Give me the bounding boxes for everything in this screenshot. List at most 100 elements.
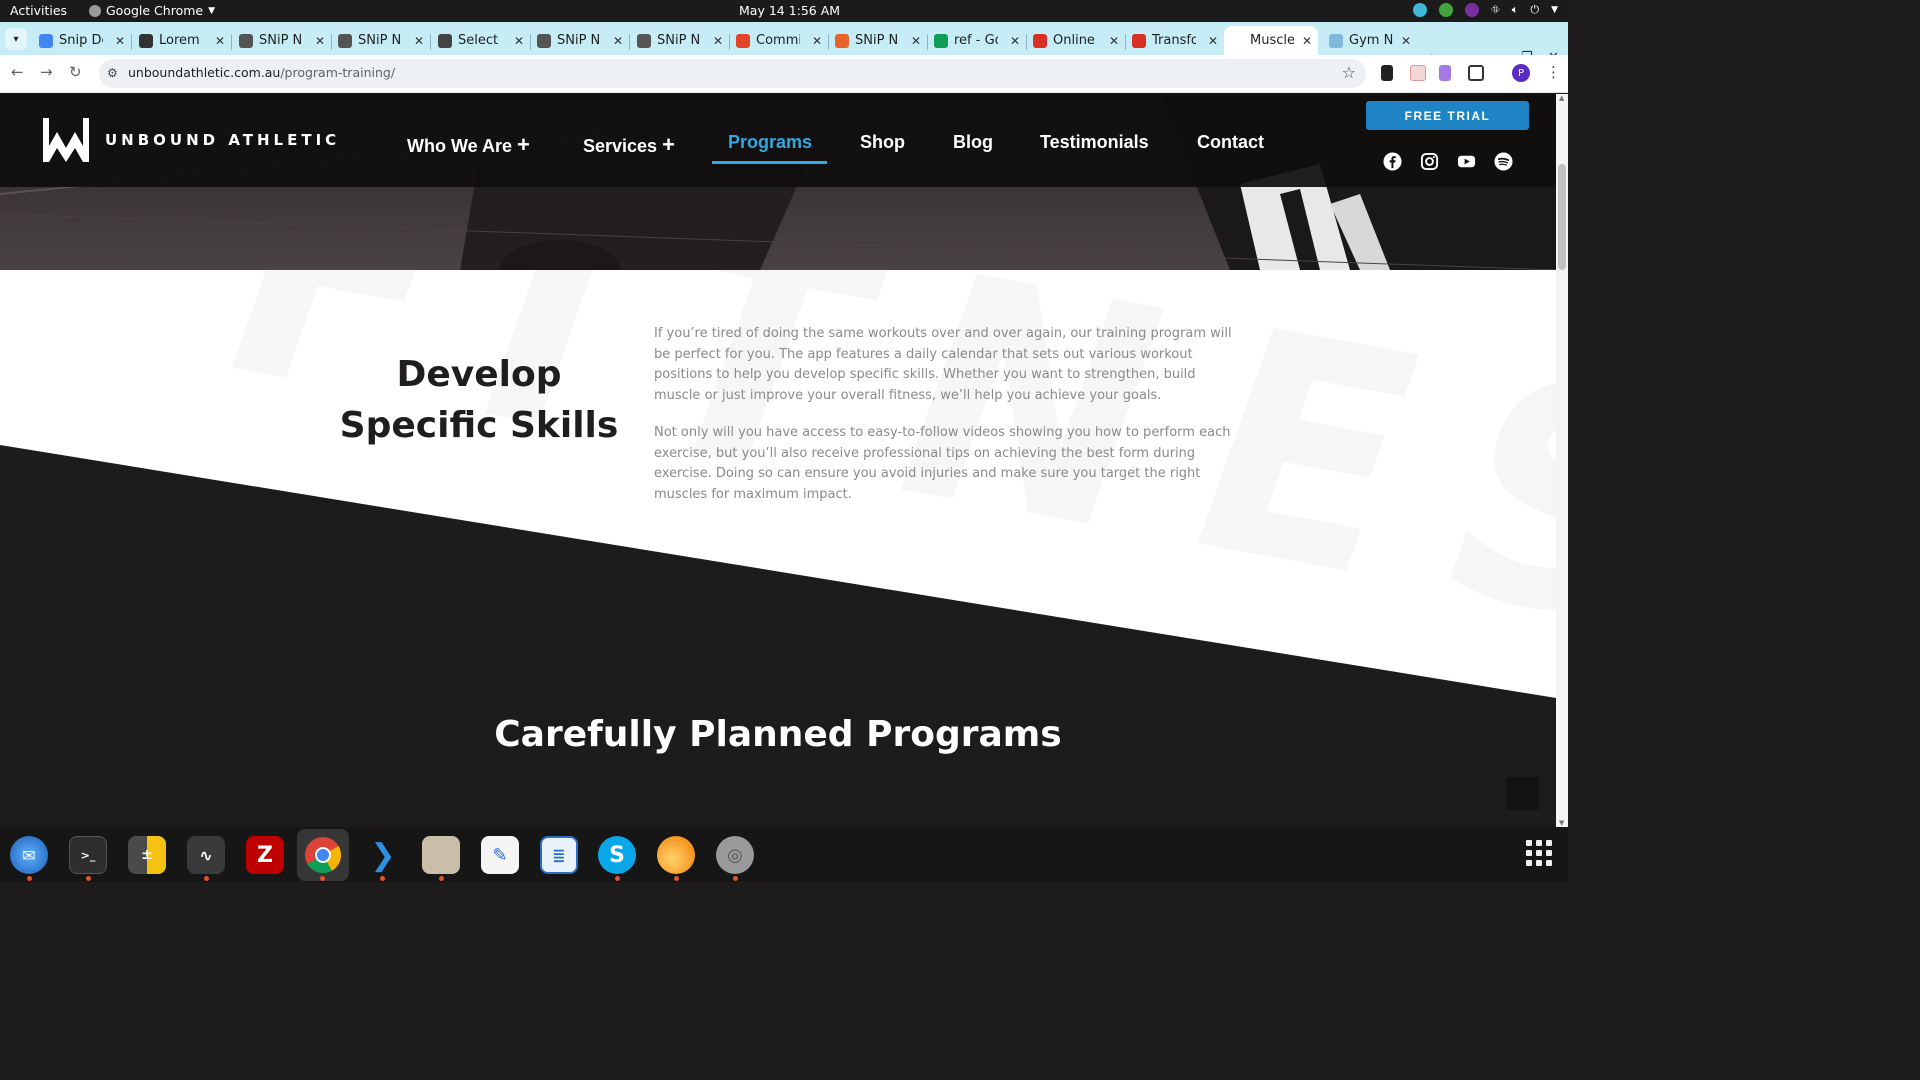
tab-close-icon[interactable]: ✕ (613, 34, 623, 48)
tab-close-icon[interactable]: ✕ (514, 34, 524, 48)
site-logo[interactable]: UNBOUND ATHLETIC (41, 118, 340, 162)
reload-icon[interactable]: ↻ (69, 63, 82, 81)
scroll-down-arrow-icon[interactable]: ▼ (1559, 819, 1564, 827)
address-bar[interactable]: ⚙ unboundathletic.com.au/program-trainin… (99, 59, 1366, 88)
browser-tab[interactable]: SNiP Nu ✕ (631, 26, 729, 55)
tab-close-icon[interactable]: ✕ (911, 34, 921, 48)
tab-favicon-icon (438, 33, 452, 48)
chevron-down-icon[interactable]: ▼ (1551, 5, 1558, 15)
running-indicator (674, 876, 679, 881)
tab-close-icon[interactable]: ✕ (414, 34, 424, 48)
tab-title: Muscle (1250, 33, 1294, 48)
chrome-icon[interactable] (297, 829, 349, 881)
youtube-icon[interactable] (1457, 152, 1476, 171)
tray-app-icon[interactable] (1464, 3, 1479, 17)
tab-title: SNiP Nu (358, 33, 402, 48)
profile-avatar[interactable]: P (1512, 64, 1530, 82)
menu-item-blog[interactable]: Blog (953, 132, 993, 153)
tab-close-icon[interactable]: ✕ (115, 34, 125, 48)
forward-icon[interactable]: → (40, 63, 53, 81)
back-to-top-button[interactable] (1506, 777, 1539, 810)
browser-tab[interactable]: SNiP Nu ✕ (829, 26, 927, 55)
writer-icon[interactable]: ≣ (540, 836, 578, 874)
tab-favicon-icon (39, 33, 53, 48)
browser-tab[interactable]: Muscle ✕ (1224, 26, 1318, 55)
disks-icon[interactable]: ◎ (716, 836, 754, 874)
browser-tab[interactable]: ref - Go ✕ (928, 26, 1026, 55)
instagram-icon[interactable] (1420, 152, 1439, 171)
scrollbar-thumb[interactable] (1558, 164, 1566, 270)
browser-tab[interactable]: Select p ✕ (432, 26, 530, 55)
skype-icon[interactable]: S (598, 836, 636, 874)
tab-close-icon[interactable]: ✕ (315, 34, 325, 48)
tab-close-icon[interactable]: ✕ (215, 34, 225, 48)
url-text[interactable]: unboundathletic.com.au/program-training/ (128, 65, 395, 80)
calculator-icon[interactable]: ± (128, 836, 166, 874)
browser-tab[interactable]: Commi ✕ (730, 26, 828, 55)
facebook-icon[interactable] (1383, 152, 1402, 171)
plus-icon: + (517, 132, 530, 157)
menu-item-testimonials[interactable]: Testimonials (1040, 132, 1149, 153)
thunderbird-icon[interactable]: ✉ (10, 836, 48, 874)
network-icon[interactable]: ⛗ (1491, 3, 1500, 17)
scroll-up-arrow-icon[interactable]: ▲ (1559, 94, 1564, 102)
show-applications-icon[interactable] (1526, 840, 1552, 866)
free-trial-button[interactable]: FREE TRIAL (1366, 101, 1529, 130)
browser-tab[interactable]: Lorem I ✕ (133, 26, 231, 55)
vscode-icon[interactable]: ❯ (364, 836, 402, 874)
tab-close-icon[interactable]: ✕ (1401, 34, 1411, 48)
tab-title: Select p (458, 33, 502, 48)
browser-tab[interactable]: Gym Nu ✕ (1323, 26, 1417, 55)
tab-close-icon[interactable]: ✕ (1302, 34, 1312, 48)
clock[interactable]: May 14 1:56 AM (739, 3, 840, 18)
chrome-menu-icon[interactable]: ⋮ (1546, 63, 1561, 81)
browser-tab[interactable]: SNiP Nu ✕ (233, 26, 331, 55)
browser-tab[interactable]: Online ✕ (1027, 26, 1125, 55)
tab-search-button[interactable]: ▾ (5, 28, 27, 50)
activities-button[interactable]: Activities (10, 3, 67, 18)
tab-close-icon[interactable]: ✕ (713, 34, 723, 48)
blender-icon[interactable] (657, 836, 695, 874)
pen-extension-icon[interactable] (1439, 65, 1451, 81)
tab-favicon-icon (835, 33, 849, 48)
system-monitor-icon[interactable]: ∿ (187, 836, 225, 874)
system-tray[interactable]: ⛗ 🔈︎ ⏻ ▼ (1412, 3, 1558, 17)
browser-tab[interactable]: SNiP Nu ✕ (531, 26, 629, 55)
tab-close-icon[interactable]: ✕ (1109, 34, 1119, 48)
social-links (1383, 152, 1513, 171)
browser-tab[interactable]: Snip De ✕ (33, 26, 131, 55)
tab-close-icon[interactable]: ✕ (1208, 34, 1218, 48)
text-editor-icon[interactable]: ✎ (481, 836, 519, 874)
tab-title: SNiP Nu (855, 33, 899, 48)
back-icon[interactable]: ← (11, 63, 24, 81)
menu-item-services[interactable]: Services + (583, 132, 675, 158)
files-icon[interactable] (422, 836, 460, 874)
menu-item-contact[interactable]: Contact (1197, 132, 1264, 153)
tab-close-icon[interactable]: ✕ (1010, 34, 1020, 48)
app-menu[interactable]: Google Chrome ▼ (89, 3, 215, 18)
spotify-icon[interactable] (1494, 152, 1513, 171)
tray-app-icon[interactable] (1438, 3, 1453, 17)
terminal-icon[interactable]: >_ (69, 836, 107, 874)
eyedropper-extension-icon[interactable] (1381, 65, 1393, 81)
tray-app-icon[interactable] (1412, 3, 1427, 17)
tab-close-icon[interactable]: ✕ (812, 34, 822, 48)
menu-label: Who We Are (407, 136, 513, 156)
menu-item-shop[interactable]: Shop (860, 132, 905, 153)
power-icon[interactable]: ⏻ (1530, 3, 1539, 17)
tab-strip: ▾ Snip De✕Lorem I✕SNiP Nu✕SNiP Nu✕Select… (0, 22, 1568, 71)
calendar-extension-icon[interactable] (1410, 65, 1426, 81)
tab-separator (430, 34, 431, 50)
section-heading-planned-programs: Carefully Planned Programs (494, 714, 1062, 755)
browser-tab[interactable]: SNiP Nu ✕ (332, 26, 430, 55)
volume-icon[interactable]: 🔈︎ (1512, 3, 1519, 17)
menu-item-who-we-are[interactable]: Who We Are + (407, 132, 530, 158)
site-info-icon[interactable]: ⚙ (107, 66, 118, 80)
page-scrollbar[interactable]: ▲ ▼ (1556, 94, 1568, 827)
browser-tab[interactable]: Transfo ✕ (1126, 26, 1224, 55)
filezilla-icon[interactable]: Z (246, 836, 284, 874)
extensions-puzzle-icon[interactable] (1468, 65, 1484, 81)
tab-title: Online (1053, 33, 1095, 48)
bookmark-star-icon[interactable]: ☆ (1342, 63, 1356, 82)
menu-item-programs[interactable]: Programs (728, 132, 812, 153)
